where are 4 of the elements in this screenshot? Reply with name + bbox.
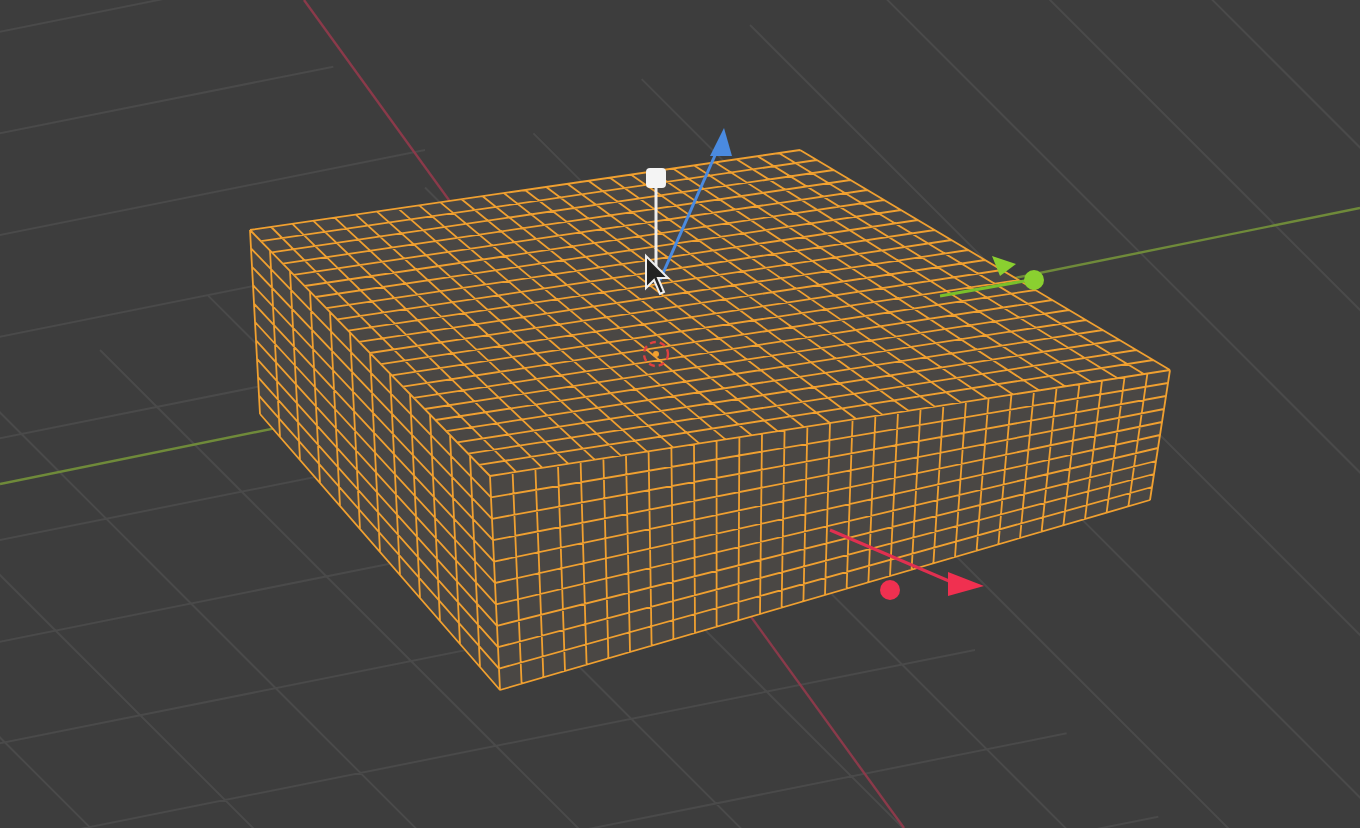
transform-gizmo-drawing[interactable] xyxy=(646,128,1044,600)
cursor-icon xyxy=(645,253,671,296)
origin-icon xyxy=(642,340,670,368)
mesh-wireframe-drawing[interactable] xyxy=(249,149,1171,691)
